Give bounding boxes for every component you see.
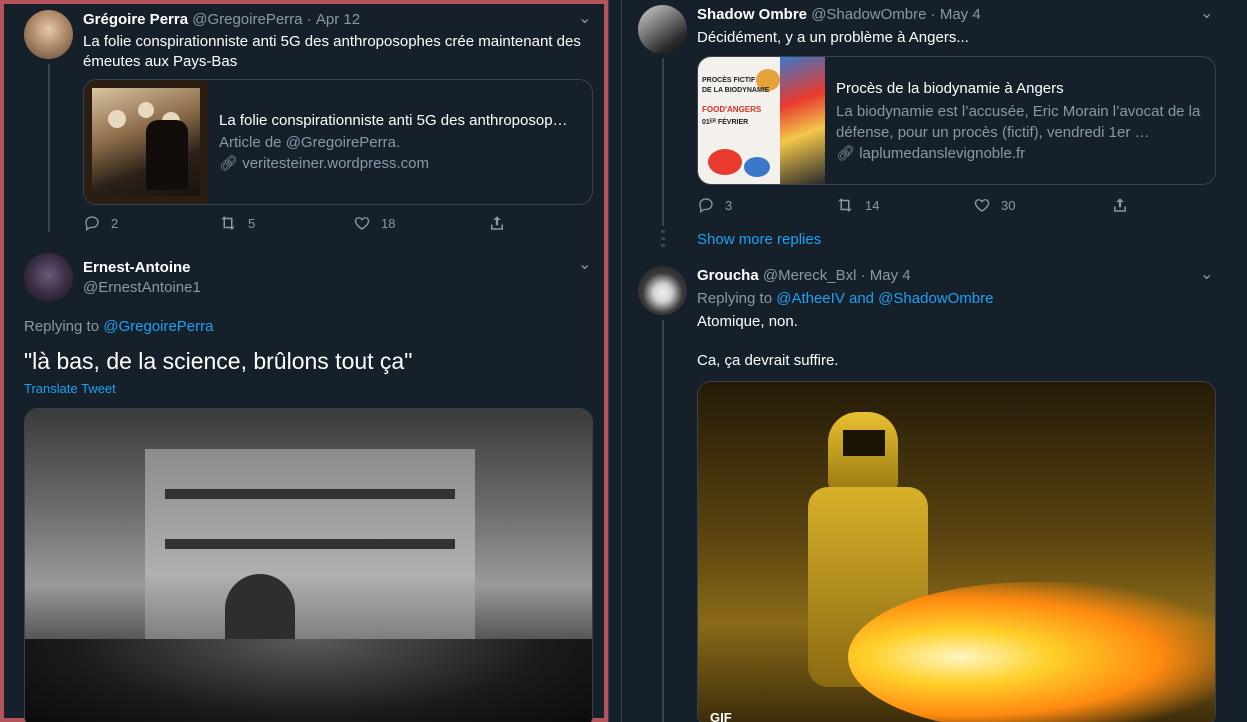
tweet-image[interactable] [24, 408, 593, 722]
author-name[interactable]: Groucha [697, 267, 759, 284]
link-icon: 🔗︎ [836, 145, 856, 162]
replying-to-line: Replying to @GregoirePerra [24, 317, 214, 337]
reply-button[interactable]: 2 [83, 214, 218, 232]
reply-count: 3 [725, 197, 733, 213]
translate-link[interactable]: Translate Tweet [24, 381, 116, 396]
author-handle[interactable]: @ErnestAntoine1 [83, 279, 201, 296]
link-icon: 🔗︎ [219, 155, 239, 172]
replying-label: Replying to [24, 318, 100, 335]
reply-mention-link[interactable]: @GregoirePerra [103, 318, 213, 335]
retweet-count: 14 [865, 197, 880, 213]
share-icon [491, 216, 503, 230]
card-domain-row: 🔗︎ veritesteiner.wordpress.com [219, 153, 429, 174]
chevron-down-icon[interactable]: ⌄ [1200, 3, 1213, 23]
dot-separator: · [860, 267, 866, 284]
author-name[interactable]: Ernest-Antoine [83, 259, 191, 276]
thumb-line-4: 01ᴱᴿ FÉVRIER [702, 119, 749, 126]
retweet-icon [838, 198, 852, 212]
like-count: 18 [381, 215, 396, 231]
like-button[interactable]: 18 [353, 214, 488, 232]
dot-separator: · [306, 11, 312, 28]
tweet-gif[interactable]: GIF [697, 381, 1216, 722]
share-button[interactable] [1111, 196, 1129, 214]
tweet-actions: 3 14 30 [697, 196, 1129, 214]
tweet-text-line-2: Ca, ça devrait suffire. [697, 352, 839, 369]
retweet-count: 5 [248, 215, 256, 231]
thread-line [662, 320, 664, 722]
thumb-line-1: PROCÈS FICTIF [702, 77, 756, 84]
reply-icon [85, 216, 99, 232]
reply-mention-link[interactable]: @AtheeIV and @ShadowOmbre [776, 290, 993, 307]
share-button[interactable] [488, 214, 506, 232]
avatar[interactable] [638, 5, 687, 54]
card-domain: veritesteiner.wordpress.com [242, 155, 429, 172]
right-panel: Shadow Ombre @ShadowOmbre · May 4 ⌄ Déci… [622, 0, 1247, 722]
thread-line [48, 64, 50, 232]
chevron-down-icon[interactable]: ⌄ [578, 254, 591, 274]
heart-icon [974, 199, 990, 212]
tweet-text-line-1: Atomique, non. [697, 313, 798, 330]
tweet-date[interactable]: May 4 [940, 6, 981, 23]
reply-count: 2 [111, 215, 119, 231]
tweet-date[interactable]: May 4 [870, 267, 911, 284]
card-title: La folie conspirationniste anti 5G des a… [219, 112, 568, 129]
tweet-text: Décidément, y a un problème à Angers... [697, 29, 969, 46]
card-description: Article de @GregoirePerra. [219, 134, 401, 151]
reply-icon [699, 198, 713, 214]
author-handle[interactable]: @Mereck_Bxl [763, 267, 857, 284]
tweet-actions: 2 5 18 [83, 214, 506, 232]
left-panel: Grégoire Perra @GregoirePerra · Apr 12 ⌄… [0, 0, 608, 722]
like-count: 30 [1001, 197, 1016, 213]
author-handle[interactable]: @GregoirePerra [192, 11, 302, 28]
heart-icon [354, 217, 370, 230]
link-card[interactable]: La folie conspirationniste anti 5G des a… [83, 79, 593, 205]
replying-label: Replying to [697, 290, 773, 307]
retweet-icon [221, 216, 235, 230]
link-card[interactable]: PROCÈS FICTIF DE LA BIODYNAMIE FOOD'ANGE… [697, 56, 1216, 185]
chevron-down-icon[interactable]: ⌄ [578, 8, 591, 28]
tweet-date[interactable]: Apr 12 [316, 11, 360, 28]
reply-button[interactable]: 3 [697, 196, 835, 214]
gif-badge: GIF [710, 710, 732, 722]
retweet-button[interactable]: 5 [218, 214, 353, 232]
tweet-text: "là bas, de la science, brûlons tout ça" [24, 348, 413, 374]
thumb-line-2: DE LA BIODYNAMIE [702, 87, 770, 94]
like-button[interactable]: 30 [973, 196, 1111, 214]
tweet-text: La folie conspirationniste anti 5G des a… [83, 33, 581, 70]
share-icon [1114, 198, 1126, 212]
author-handle[interactable]: @ShadowOmbre [811, 6, 926, 23]
avatar[interactable] [24, 10, 73, 59]
replying-to-line: Replying to @AtheeIV and @ShadowOmbre [697, 289, 993, 309]
show-more-replies-link[interactable]: Show more replies [697, 231, 821, 248]
tweet-header: Grégoire Perra @GregoirePerra · Apr 12 [83, 11, 360, 28]
thumb-line-3: FOOD'ANGERS [702, 105, 762, 114]
thread-line [662, 58, 664, 226]
card-image: PROCÈS FICTIF DE LA BIODYNAMIE FOOD'ANGE… [698, 57, 825, 184]
dot-separator: · [930, 6, 936, 23]
card-domain-row: 🔗︎ laplumedanslevignoble.fr [836, 143, 1025, 164]
card-domain: laplumedanslevignoble.fr [859, 145, 1026, 162]
card-description: La biodynamie est l’accusée, Eric Morain… [836, 103, 1201, 141]
avatar[interactable] [638, 266, 687, 315]
panel-divider [608, 0, 622, 722]
chevron-down-icon[interactable]: ⌄ [1200, 264, 1213, 284]
retweet-button[interactable]: 14 [835, 196, 973, 214]
tweet-header: Shadow Ombre @ShadowOmbre · May 4 [697, 6, 981, 23]
thread-dots [661, 230, 665, 250]
author-name[interactable]: Grégoire Perra [83, 11, 188, 28]
card-image [84, 80, 208, 204]
avatar[interactable] [24, 253, 73, 302]
author-name[interactable]: Shadow Ombre [697, 6, 807, 23]
card-title: Procès de la biodynamie à Angers [836, 80, 1064, 97]
tweet-header: Groucha @Mereck_Bxl · May 4 [697, 267, 911, 284]
